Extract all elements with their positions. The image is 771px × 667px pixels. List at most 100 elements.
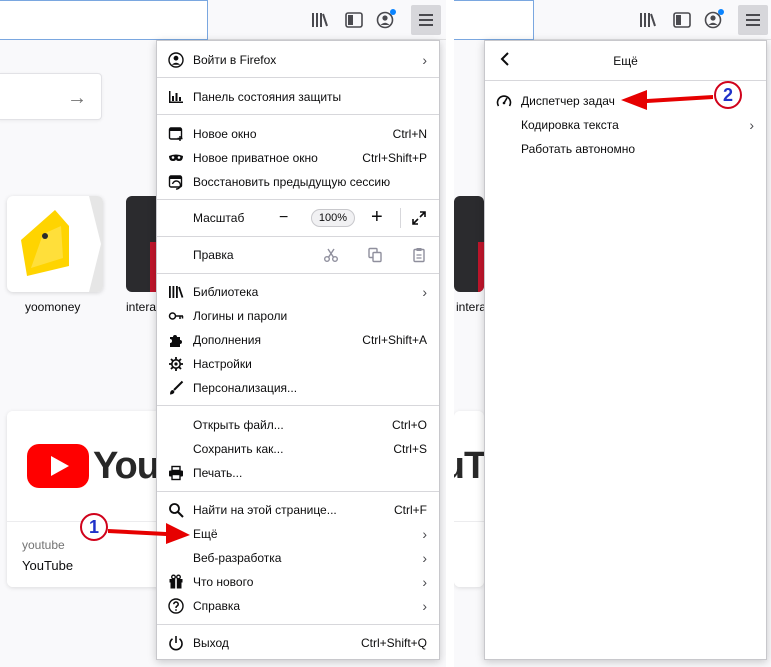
puzzle-icon — [168, 332, 184, 348]
menu-item-label: Найти на этой странице... — [193, 503, 337, 517]
browser-toolbar — [0, 0, 446, 40]
hamburger-icon — [746, 14, 760, 26]
menu-item-label: Панель состояния защиты — [193, 90, 342, 104]
chevron-right-icon: › — [422, 550, 427, 566]
notification-dot — [390, 9, 396, 15]
menu-item-label: Открыть файл... — [193, 418, 284, 432]
menu-item-shortcut: Ctrl+F — [394, 503, 427, 517]
paintbrush-icon — [168, 380, 184, 396]
menu-item-web-developer[interactable]: Веб-разработка › — [157, 546, 439, 570]
gauge-icon — [496, 93, 512, 109]
right-screenshot-pane: intera YouTube Ещё Диспетчер задач Кодир… — [454, 0, 771, 667]
account-icon[interactable] — [375, 9, 396, 30]
menu-item-label: Веб-разработка — [193, 551, 282, 565]
menu-item-label: Справка — [193, 599, 241, 613]
menu-separator — [157, 236, 439, 237]
paste-icon[interactable] — [411, 247, 427, 266]
card-thumbnail: YouTube — [7, 411, 167, 521]
zoom-reset-button[interactable]: 100% — [311, 209, 355, 227]
chevron-right-icon: › — [422, 52, 427, 68]
annotation-badge: 2 — [714, 81, 742, 109]
menu-item-label: Дополнения — [193, 333, 261, 347]
youtube-play-icon — [27, 444, 89, 488]
power-icon — [168, 635, 184, 651]
menu-item-settings[interactable]: Настройки — [157, 352, 439, 376]
menu-item-label: Кодировка текста — [521, 118, 619, 132]
url-bar[interactable] — [454, 0, 534, 40]
app-menu-button[interactable] — [411, 5, 441, 35]
menu-item-label: Правка — [193, 248, 234, 262]
zoom-divider — [400, 208, 401, 228]
menu-item-protections[interactable]: Панель состояния защиты — [157, 85, 439, 109]
menu-item-addons[interactable]: Дополнения Ctrl+Shift+A — [157, 328, 439, 352]
arrow-right-icon[interactable]: → — [67, 87, 87, 110]
menu-item-work-offline[interactable]: Работать автономно — [485, 137, 766, 161]
menu-item-label: Печать... — [193, 466, 243, 480]
key-icon — [168, 308, 184, 324]
help-icon — [168, 598, 184, 614]
menu-separator — [157, 114, 439, 115]
menu-separator — [157, 405, 439, 406]
app-menu-button[interactable] — [738, 5, 768, 35]
copy-icon[interactable] — [367, 247, 383, 266]
menu-separator — [157, 199, 439, 200]
menu-item-save-as[interactable]: Сохранить как... Ctrl+S — [157, 437, 439, 461]
url-bar[interactable] — [0, 0, 208, 40]
chevron-right-icon: › — [422, 526, 427, 542]
menu-item-sign-in[interactable]: Войти в Firefox › — [157, 48, 439, 72]
menu-item-customize[interactable]: Персонализация... — [157, 376, 439, 400]
highlight-card-youtube[interactable]: YouTube youtube YouTube — [7, 411, 167, 587]
back-arrow-icon[interactable] — [499, 51, 511, 70]
zoom-in-button[interactable]: + — [371, 205, 383, 229]
library-icon — [168, 284, 184, 300]
top-site-tile-partial[interactable] — [454, 196, 484, 292]
menu-item-label: Логины и пароли — [193, 309, 288, 323]
notification-dot — [718, 9, 724, 15]
chevron-right-icon: › — [422, 284, 427, 300]
top-site-tile-yoomoney[interactable] — [7, 196, 103, 292]
menu-item-library[interactable]: Библиотека › — [157, 280, 439, 304]
menu-item-print[interactable]: Печать... — [157, 461, 439, 485]
tile-label: intera — [126, 300, 157, 314]
highlight-card-partial[interactable]: YouTube — [454, 411, 484, 587]
menu-item-private-window[interactable]: Новое приватное окно Ctrl+Shift+P — [157, 146, 439, 170]
bar-chart-icon — [168, 89, 184, 105]
menu-item-help[interactable]: Справка › — [157, 594, 439, 618]
menu-item-text-encoding[interactable]: Кодировка текста › — [485, 113, 766, 137]
sidebar-icon[interactable] — [344, 10, 364, 30]
printer-icon — [168, 465, 184, 481]
fullscreen-icon[interactable] — [411, 210, 427, 229]
menu-item-label: Ещё — [193, 527, 218, 541]
cut-icon[interactable] — [323, 247, 339, 266]
annotation-arrow-icon — [108, 523, 190, 544]
menu-item-new-window[interactable]: Новое окно Ctrl+N — [157, 122, 439, 146]
gear-icon — [168, 356, 184, 372]
menu-item-shortcut: Ctrl+O — [391, 418, 427, 432]
menu-item-label: Новое приватное окно — [193, 151, 318, 165]
menu-item-zoom: Масштаб — [157, 206, 439, 230]
menu-item-more[interactable]: Ещё › — [157, 522, 439, 546]
menu-item-whats-new[interactable]: Что нового › — [157, 570, 439, 594]
gift-icon — [168, 574, 184, 590]
menu-item-open-file[interactable]: Открыть файл... Ctrl+O — [157, 413, 439, 437]
menu-separator — [157, 273, 439, 274]
zoom-out-button[interactable]: − — [279, 206, 288, 230]
library-icon[interactable] — [310, 10, 330, 30]
menu-item-find[interactable]: Найти на этой странице... Ctrl+F — [157, 498, 439, 522]
menu-item-exit[interactable]: Выход Ctrl+Shift+Q — [157, 631, 439, 655]
menu-item-shortcut: Ctrl+S — [393, 442, 427, 456]
account-icon[interactable] — [703, 9, 724, 30]
card-thumbnail: YouTube — [454, 411, 484, 521]
menu-item-label: Выход — [193, 636, 229, 650]
menu-item-logins[interactable]: Логины и пароли — [157, 304, 439, 328]
left-screenshot-pane: → yoomoney intera YouTube youtube YouTub… — [0, 0, 446, 667]
menu-item-shortcut: Ctrl+N — [392, 127, 427, 141]
library-icon[interactable] — [638, 10, 658, 30]
browser-toolbar — [454, 0, 771, 40]
search-box[interactable]: → — [0, 73, 102, 120]
menu-item-label: Работать автономно — [521, 142, 636, 156]
menu-item-restore-session[interactable]: Восстановить предыдущую сессию — [157, 170, 439, 194]
tile-label: intera — [456, 300, 487, 314]
sidebar-icon[interactable] — [672, 10, 692, 30]
menu-item-label: Масштаб — [193, 211, 245, 225]
